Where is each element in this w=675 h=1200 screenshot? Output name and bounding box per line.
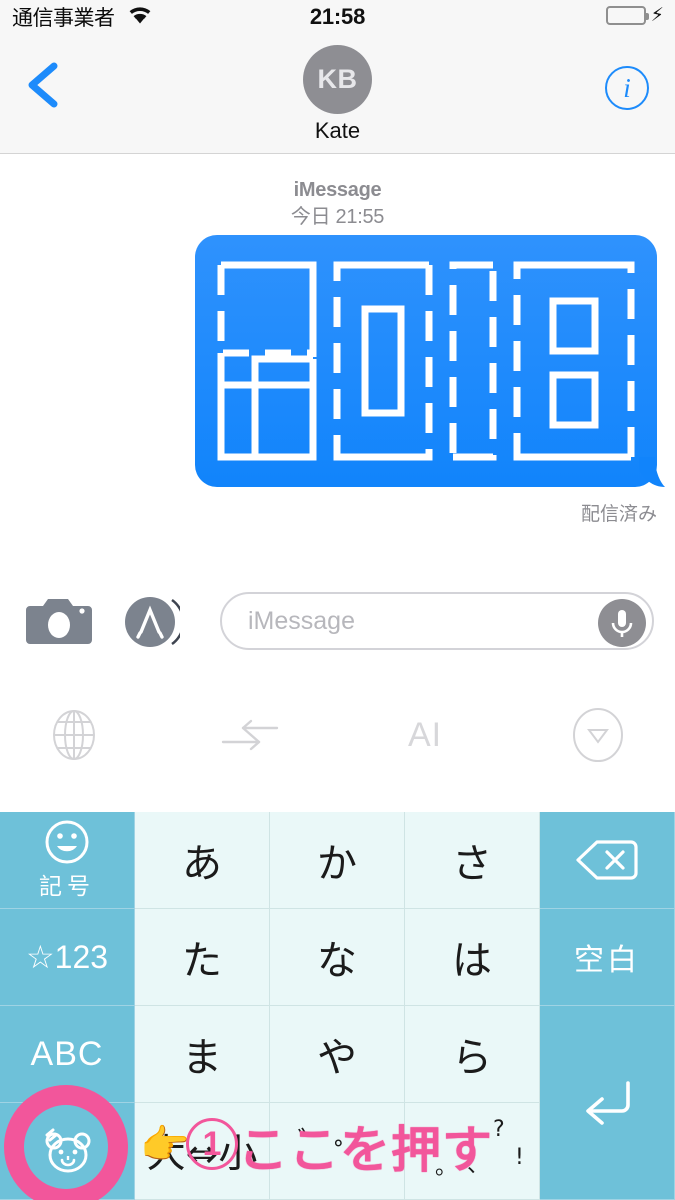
collapse-keyboard-key[interactable] [566,706,630,764]
delivery-status: 配信済み [580,504,657,525]
contact-header[interactable]: KB Kate [0,45,675,144]
status-bar: 通信事業者 21:58 ⚡ [0,0,675,38]
backspace-icon [576,840,638,880]
kana-key-ya[interactable]: や [270,1006,405,1103]
nav-bar: KB Kate i [0,38,675,154]
kana-key-ha[interactable]: は [405,909,540,1006]
dakuten-key[interactable]: ゙ ゚ [270,1103,405,1200]
smiley-face-icon [45,820,89,864]
arrows-icon [221,719,279,751]
size-toggle-key[interactable]: 大⇔小 [135,1103,270,1200]
chevron-down-circle-icon [573,708,623,762]
kana-key-ta[interactable]: た [135,909,270,1006]
return-key[interactable] [540,1006,675,1200]
text-art-2018 [217,261,635,461]
ai-key[interactable]: AI [382,706,468,764]
dictation-button[interactable] [598,599,646,647]
kana-key-na[interactable]: な [270,909,405,1006]
bubble-tail-icon [639,457,665,487]
message-meta: iMessage 今日 21:55 [0,155,675,231]
punctuation-key[interactable]: 。 、 ? ! [405,1103,540,1200]
abc-key[interactable]: ABC [0,1006,135,1103]
kana-key-ra[interactable]: ら [405,1006,540,1103]
message-bubble[interactable] [195,235,665,487]
globe-key[interactable] [42,706,106,764]
status-bar-right: ⚡ [605,5,664,26]
return-arrow-icon [586,1080,630,1125]
exclamation-mark: ! [515,1145,524,1170]
app-store-icon [125,597,185,647]
input-toolbar: iMessage [0,578,675,668]
message-row [195,235,665,487]
message-input-placeholder: iMessage [248,607,355,635]
info-icon: i [623,73,631,103]
message-input-field[interactable]: iMessage [220,592,654,650]
keyboard-grid: 記号 あ か さ ☆123 た な は 空白 ABC ま や ら 大⇔小 。 、… [0,812,675,1200]
question-mark: ? [493,1117,505,1142]
bear-face-icon [45,1128,91,1173]
arrows-key[interactable] [212,706,288,764]
camera-button[interactable] [26,592,92,648]
kana-key-a[interactable]: あ [135,812,270,909]
space-key[interactable]: 空白 [540,909,675,1006]
delete-key[interactable] [540,812,675,909]
battery-icon [605,6,649,25]
emoji-keyboard-key[interactable] [0,1103,135,1200]
contact-name-label: Kate [314,118,361,143]
messages-screen: 通信事業者 21:58 ⚡ KB Kate i iMessage 今日 21:5… [0,0,675,1200]
kana-key-ka[interactable]: か [270,812,405,909]
symbol-key-label: 記号 [39,874,95,900]
conversation-area: iMessage 今日 21:55 配信済み [0,155,675,575]
globe-icon [53,710,95,760]
japanese-keyboard: 記号 あ か さ ☆123 た な は 空白 ABC ま や ら 大⇔小 。 、… [0,812,675,1200]
avatar: KB [303,45,372,114]
number-key[interactable]: ☆123 [0,909,135,1006]
app-store-button[interactable] [124,594,185,650]
status-bar-center: 21:58 [0,4,675,30]
microphone-icon [611,610,633,637]
kana-key-sa[interactable]: さ [405,812,540,909]
clock-label: 21:58 [309,4,366,29]
ten-mark: 、 [467,1153,490,1178]
service-label: iMessage [293,179,382,201]
info-button[interactable]: i [605,66,649,110]
lightning-bolt-icon: ⚡ [650,5,664,26]
maru-mark: 。 [435,1155,458,1180]
message-timestamp: 今日 21:55 [290,206,385,228]
symbol-key[interactable]: 記号 [0,812,135,909]
candidate-bar: AI [0,688,675,798]
camera-icon [26,599,92,644]
kana-key-ma[interactable]: ま [135,1006,270,1103]
